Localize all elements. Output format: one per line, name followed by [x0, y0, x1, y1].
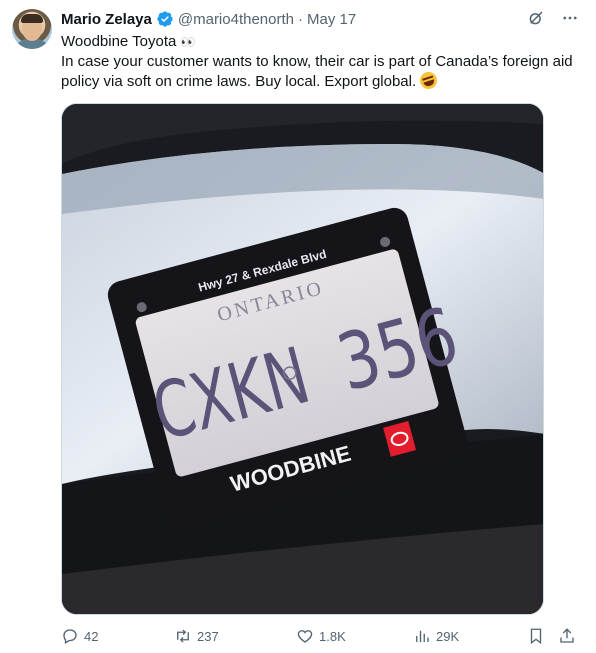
tweet-line-1: Woodbine Toyota: [61, 33, 177, 50]
like-button[interactable]: 1.8K: [296, 626, 346, 646]
view-count: 29K: [436, 628, 460, 644]
grok-icon[interactable]: [526, 8, 546, 28]
reply-button[interactable]: 42: [61, 626, 98, 646]
retweet-icon: [177, 629, 189, 643]
retweet-count: 237: [197, 628, 219, 644]
author-handle[interactable]: @mario4thenorth: [178, 11, 294, 28]
reply-icon: [63, 629, 77, 644]
avatar[interactable]: [12, 9, 52, 49]
engagement-bar: 42 237 1.8K 29K: [61, 626, 581, 646]
share-icon: [560, 628, 574, 643]
tweet-text: Woodbine Toyota 👀 In case your customer …: [61, 32, 581, 92]
share-button[interactable]: [558, 626, 576, 646]
laughing-emoji-icon: [418, 69, 440, 92]
eyes-emoji: 👀: [180, 35, 196, 49]
bookmark-button[interactable]: [527, 626, 545, 646]
more-icon[interactable]: [560, 8, 580, 28]
views-chart-icon: [416, 630, 429, 642]
tweet-photo[interactable]: ONTARIO CXKN 356 Hwy 27 & Rexdale Blvd W…: [61, 103, 544, 615]
top-actions: [526, 8, 580, 28]
reply-count: 42: [84, 628, 99, 644]
author-name[interactable]: Mario Zelaya: [61, 11, 152, 28]
separator-dot: ·: [298, 10, 303, 28]
license-plate-photo: ONTARIO CXKN 356 Hwy 27 & Rexdale Blvd W…: [62, 104, 543, 614]
retweet-button[interactable]: 237: [174, 626, 219, 646]
views-button[interactable]: 29K: [413, 626, 459, 646]
tweet[interactable]: Mario Zelaya @mario4thenorth · May 17 Wo…: [0, 0, 596, 653]
tweet-header: Mario Zelaya @mario4thenorth · May 17: [61, 9, 356, 29]
tweet-date[interactable]: May 17: [307, 11, 356, 28]
bookmark-icon: [530, 628, 542, 645]
heart-icon: [297, 630, 313, 643]
tweet-line-2: In case your customer wants to know, the…: [61, 53, 573, 90]
verified-badge-icon: [157, 11, 173, 27]
like-count: 1.8K: [319, 628, 346, 644]
